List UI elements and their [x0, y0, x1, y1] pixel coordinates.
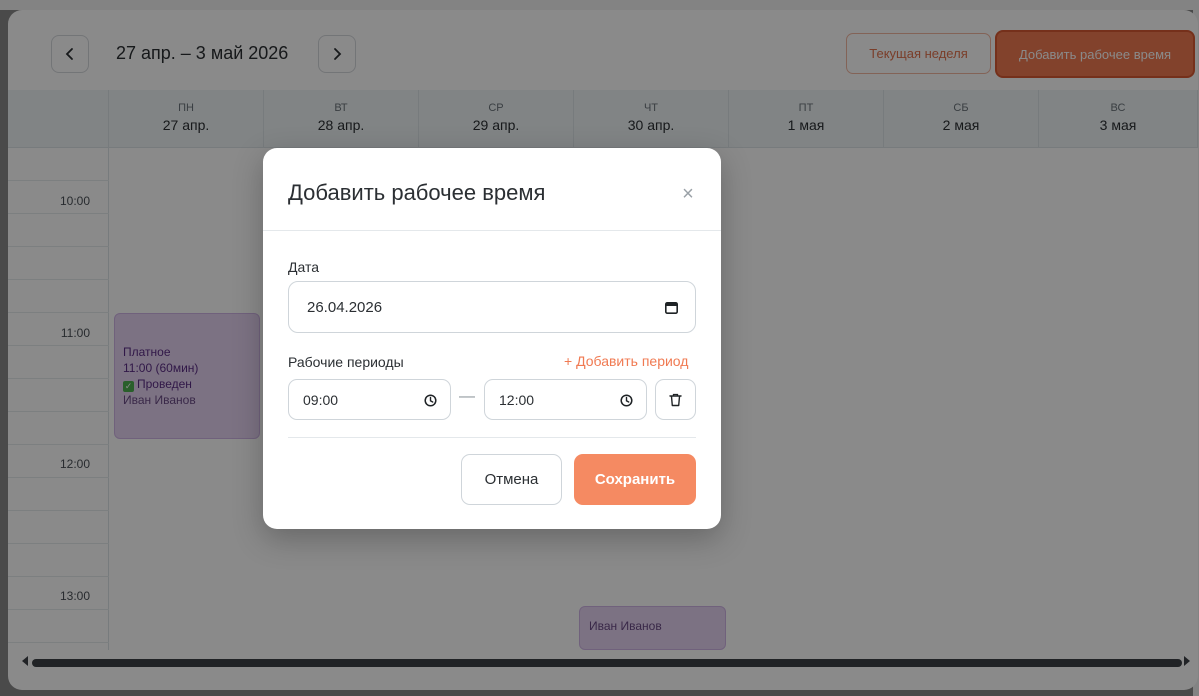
period-separator: —	[459, 388, 475, 405]
save-button[interactable]: Сохранить	[574, 454, 696, 505]
date-field[interactable]: 26.04.2026	[288, 281, 696, 333]
date-value: 26.04.2026	[307, 299, 383, 316]
add-period-link[interactable]: + Добавить период	[564, 353, 688, 369]
date-label: Дата	[288, 259, 320, 275]
trash-icon	[669, 393, 682, 406]
period-start-field[interactable]: 09:00	[288, 379, 451, 420]
modal-title: Добавить рабочее время	[288, 180, 546, 205]
add-work-time-modal: Добавить рабочее время × Дата 26.04.2026…	[263, 148, 721, 529]
cancel-button[interactable]: Отмена	[461, 454, 562, 505]
modal-divider	[263, 230, 721, 231]
period-end-field[interactable]: 12:00	[484, 379, 647, 420]
work-periods-label: Рабочие периоды	[288, 354, 404, 370]
calendar-icon[interactable]	[665, 301, 678, 314]
delete-period-button[interactable]	[655, 379, 696, 420]
clock-icon[interactable]	[620, 394, 633, 407]
modal-footer-divider	[288, 437, 696, 438]
period-end-value: 12:00	[499, 392, 535, 408]
period-start-value: 09:00	[303, 392, 339, 408]
close-icon[interactable]: ×	[676, 182, 700, 206]
clock-icon[interactable]	[424, 394, 437, 407]
